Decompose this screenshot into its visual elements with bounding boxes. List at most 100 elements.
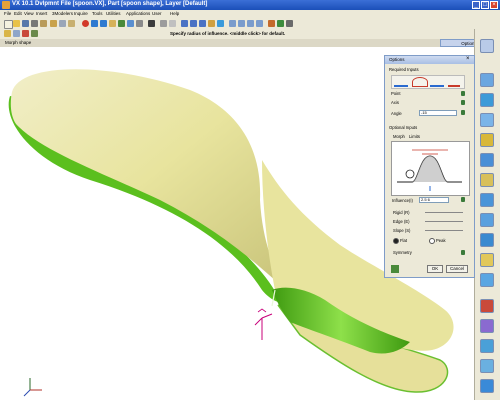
zoom-in-icon[interactable] xyxy=(181,20,188,27)
title-bar: VX 10.1 Dvlpmnt File [spoon.VX], Part [s… xyxy=(0,0,500,10)
menu-insert[interactable]: Insert xyxy=(36,11,47,16)
paste-icon[interactable] xyxy=(68,20,75,27)
undo-icon[interactable] xyxy=(91,20,98,27)
symmetry-pick-icon[interactable] xyxy=(461,250,465,255)
transform-tools-icon[interactable] xyxy=(480,339,494,353)
edge-slider[interactable] xyxy=(425,221,463,222)
trim-tools-icon[interactable] xyxy=(480,233,494,247)
rigid-slider[interactable] xyxy=(425,212,463,213)
slope-slider[interactable] xyxy=(425,230,463,231)
select-icon[interactable] xyxy=(4,30,11,37)
menu-edit[interactable]: Edit xyxy=(14,11,22,16)
menu-bar: File Edit View Insert 3Modelers Inquire … xyxy=(0,10,500,18)
peak-radio[interactable] xyxy=(429,238,435,244)
angle-options-icon[interactable] xyxy=(461,110,465,115)
view-right-icon[interactable] xyxy=(247,20,254,27)
menu-3modelers[interactable]: 3Modelers xyxy=(52,11,73,16)
snap-icon[interactable] xyxy=(31,30,38,37)
axis-pick-icon[interactable] xyxy=(461,100,465,105)
view-triad xyxy=(23,378,42,397)
edge-label: Edge (E) xyxy=(393,219,410,224)
menu-user[interactable]: User xyxy=(152,11,162,16)
render-icon[interactable] xyxy=(268,20,275,27)
ok-button[interactable]: OK xyxy=(427,265,443,273)
pan-icon[interactable] xyxy=(208,20,215,27)
menu-view[interactable]: View xyxy=(24,11,34,16)
symmetry-label: Symmetry xyxy=(393,250,412,255)
edit-shape-icon[interactable] xyxy=(480,173,494,187)
menu-applications[interactable]: Applications xyxy=(126,11,150,16)
method-1-icon[interactable] xyxy=(394,78,408,87)
influence-options-icon[interactable] xyxy=(461,197,465,202)
view-front-icon[interactable] xyxy=(238,20,245,27)
angle-label: Angle xyxy=(391,111,402,116)
curve-tools-icon[interactable] xyxy=(480,39,494,53)
accept-icon[interactable] xyxy=(109,20,116,27)
method-3-icon[interactable] xyxy=(430,78,444,87)
method-icon-row xyxy=(391,75,465,89)
maximize-button[interactable]: □ xyxy=(481,1,489,9)
save-icon[interactable] xyxy=(22,20,29,27)
prompt-row: Specify radius of influence. <middle cli… xyxy=(0,29,500,39)
point-label: Point xyxy=(391,91,401,96)
grid-icon[interactable] xyxy=(118,20,125,27)
menu-help[interactable]: Help xyxy=(170,11,179,16)
layer-icon[interactable] xyxy=(127,20,134,27)
settings-icon[interactable] xyxy=(286,20,293,27)
offset-tools-icon[interactable] xyxy=(480,253,494,267)
dialog-close-icon[interactable]: × xyxy=(466,56,470,62)
wireframe-icon[interactable] xyxy=(169,20,176,27)
menu-utilities[interactable]: Utilities xyxy=(106,11,121,16)
redo-icon[interactable] xyxy=(100,20,107,27)
zoom-all-icon[interactable] xyxy=(199,20,206,27)
pattern-tools-icon[interactable] xyxy=(480,273,494,287)
face-tools-icon[interactable] xyxy=(480,113,494,127)
open-folder-icon[interactable] xyxy=(13,20,20,27)
influence-input[interactable]: 2.5 6 xyxy=(419,197,449,203)
cancel-button[interactable]: Cancel xyxy=(446,265,468,273)
rigid-label: Rigid (R) xyxy=(393,210,410,215)
dialog-title: Options xyxy=(389,57,405,62)
inquire-icon[interactable] xyxy=(136,20,143,27)
view-iso-icon[interactable] xyxy=(256,20,263,27)
view-top-icon[interactable] xyxy=(229,20,236,27)
rotate-icon[interactable] xyxy=(217,20,224,27)
copy-icon[interactable] xyxy=(59,20,66,27)
dialog-title-bar[interactable]: Options × xyxy=(385,56,474,64)
solid-tools-icon[interactable] xyxy=(480,93,494,107)
menu-tools[interactable]: Tools xyxy=(92,11,103,16)
close-button[interactable]: × xyxy=(490,1,498,9)
new-file-icon[interactable] xyxy=(4,20,13,29)
mirror-tools-icon[interactable] xyxy=(480,319,494,333)
blend-tools-icon[interactable] xyxy=(480,133,494,147)
surface-tools-icon[interactable] xyxy=(480,193,494,207)
point-pick-icon[interactable] xyxy=(461,91,465,96)
light-icon[interactable] xyxy=(277,20,284,27)
print-icon[interactable] xyxy=(31,20,38,27)
method-2-icon[interactable] xyxy=(412,77,428,87)
minimize-button[interactable]: _ xyxy=(472,1,480,9)
tab-morph[interactable]: Morph xyxy=(393,134,405,139)
analysis-icon[interactable] xyxy=(480,213,494,227)
morph-profile-diagram xyxy=(391,141,470,196)
angle-input[interactable]: -15 xyxy=(419,110,457,116)
menu-inquire[interactable]: Inquire xyxy=(74,11,88,16)
zoom-out-icon[interactable] xyxy=(190,20,197,27)
pick-icon[interactable] xyxy=(22,30,29,37)
cut-icon[interactable] xyxy=(50,20,57,27)
shape-tools-icon[interactable] xyxy=(480,73,494,87)
display-tools-icon[interactable] xyxy=(480,379,494,393)
monitor-icon[interactable] xyxy=(148,20,155,27)
flat-radio[interactable] xyxy=(393,238,399,244)
tab-limits[interactable]: Limits xyxy=(409,134,420,139)
dialog-help-icon[interactable] xyxy=(391,265,399,273)
measure-tools-icon[interactable] xyxy=(480,359,494,373)
filter-icon[interactable] xyxy=(13,30,20,37)
morph-tools-icon[interactable] xyxy=(480,153,494,167)
method-4-icon[interactable] xyxy=(448,78,460,87)
menu-file[interactable]: File xyxy=(4,11,11,16)
shade-icon[interactable] xyxy=(160,20,167,27)
delete-tools-icon[interactable] xyxy=(480,299,494,313)
print-preview-icon[interactable] xyxy=(40,20,47,27)
stop-icon[interactable] xyxy=(82,20,89,27)
